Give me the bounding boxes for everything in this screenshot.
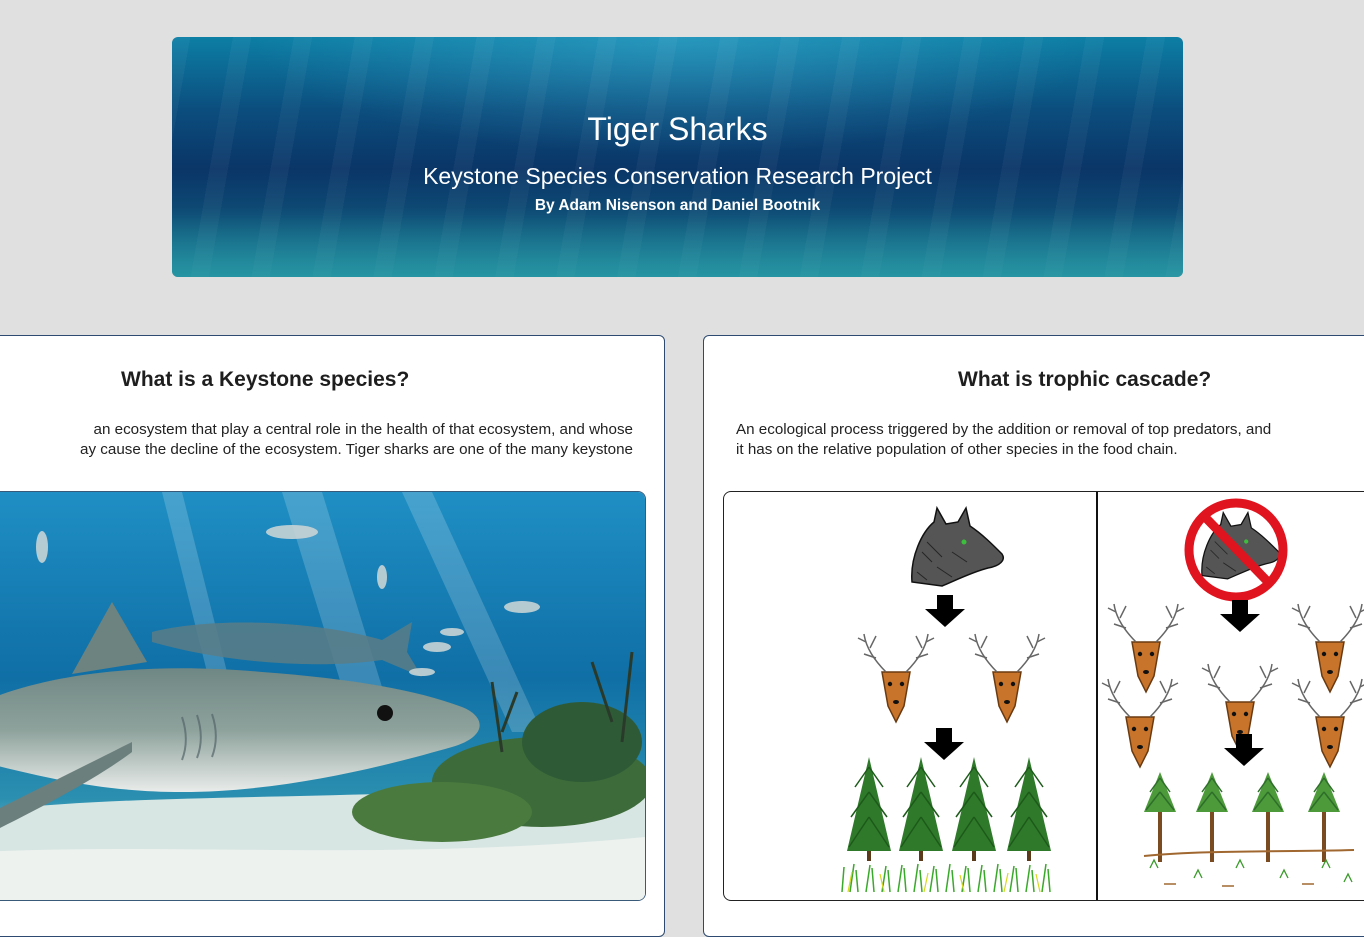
sapling-icon: [1143, 771, 1177, 863]
down-arrow-icon: [924, 728, 964, 760]
keystone-text-line: ay cause the decline of the ecosystem. T…: [80, 441, 633, 458]
deer-icon: [1291, 678, 1364, 768]
trophic-card-heading: What is trophic cascade?: [958, 368, 1212, 391]
deer-icon: [857, 633, 935, 723]
header-banner: Tiger Sharks Keystone Species Conservati…: [172, 37, 1183, 277]
deer-icon: [1101, 678, 1179, 768]
prohibited-wolf-icon: [1184, 498, 1288, 602]
page-authors: By Adam Nisenson and Daniel Bootnik: [534, 197, 821, 214]
banner-seafloor: [172, 207, 1183, 277]
keystone-card-heading: What is a Keystone species?: [121, 368, 410, 391]
tree-icon: [1006, 756, 1052, 862]
deer-icon: [1291, 603, 1364, 693]
trophic-cascade-card: What is trophic cascade? An ecological p…: [703, 335, 1364, 937]
sapling-icon: [1195, 771, 1229, 863]
trophic-card-text: An ecological process triggered by the a…: [736, 420, 1271, 460]
deer-icon: [1107, 603, 1185, 693]
tiger-shark-photo: [0, 491, 646, 901]
tree-icon: [898, 756, 944, 862]
trophic-cascade-diagram: [723, 491, 1364, 901]
deer-icon: [968, 633, 1046, 723]
sapling-icon: [1307, 771, 1341, 863]
trophic-text-line: An ecological process triggered by the a…: [736, 421, 1272, 438]
sapling-icon: [1251, 771, 1285, 863]
page-title: Tiger Sharks: [587, 111, 768, 147]
wolf-icon: [911, 507, 1004, 587]
down-arrow-icon: [1220, 600, 1260, 632]
tree-icon: [846, 756, 892, 862]
keystone-species-card: What is a Keystone species? an ecosystem…: [0, 335, 665, 937]
tree-icon: [951, 756, 997, 862]
keystone-text-line: an ecosystem that play a central role in…: [93, 421, 633, 438]
down-arrow-icon: [1224, 734, 1264, 766]
down-arrow-icon: [925, 595, 965, 627]
grass-icon: [841, 863, 1051, 893]
page-subtitle: Keystone Species Conservation Research P…: [423, 163, 932, 189]
keystone-card-text: an ecosystem that play a central role in…: [80, 420, 633, 460]
trophic-text-line: it has on the relative population of oth…: [736, 441, 1178, 458]
